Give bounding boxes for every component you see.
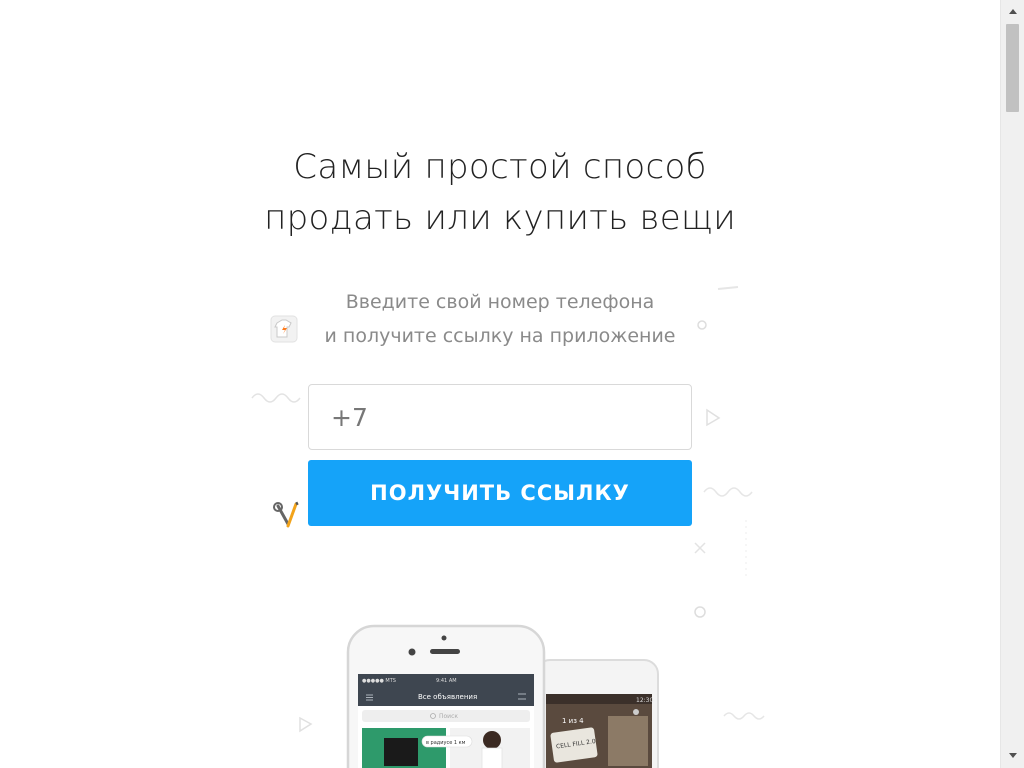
android-phone-mockup: 12:30 1 из 4 CELL FILL 2.0 <box>535 659 659 768</box>
page-subtitle: Введите свой номер телефона и получите с… <box>300 285 700 353</box>
iphone-radius-chip: в радиусе 1 км <box>426 740 466 746</box>
triangle-right <box>706 408 721 427</box>
scrollbar-thumb[interactable] <box>1006 24 1019 112</box>
android-photo-counter: 1 из 4 <box>562 717 584 725</box>
cross-mark <box>694 542 706 554</box>
subtitle-line-2: и получите ссылку на приложение <box>324 325 676 347</box>
wrench-screwdriver-icon <box>273 501 299 528</box>
squiggle-left <box>251 393 301 403</box>
vertical-scrollbar[interactable] <box>1000 0 1024 768</box>
triangle-bottom-left <box>299 716 313 733</box>
iphone-status-time: 9:41 AM <box>436 678 457 684</box>
squiggle-bottom <box>723 712 765 720</box>
iphone-status-carrier: ●●●●● MTS <box>362 678 396 684</box>
scroll-up-arrow-icon[interactable] <box>1001 2 1024 20</box>
iphone-screen-title: Все объявления <box>418 693 477 701</box>
app-phone-mockups: 12:30 1 из 4 CELL FILL 2.0 ●●●●● MTS 9:4… <box>346 624 659 768</box>
tshirt-sticker-icon <box>270 315 298 343</box>
page-title-line-2: продать или купить вещи <box>264 198 736 238</box>
landing-page: Самый простой способ продать или купить … <box>0 0 1000 768</box>
phone-input[interactable] <box>308 384 692 450</box>
dash-top-right <box>717 286 739 290</box>
iphone-mockup: ●●●●● MTS 9:41 AM Все объявления Поиск в… <box>346 624 546 768</box>
ring-bottom <box>694 606 706 618</box>
scroll-down-arrow-icon[interactable] <box>1001 746 1024 764</box>
page-title: Самый простой способ продать или купить … <box>250 142 750 244</box>
iphone-search-placeholder: Поиск <box>439 713 458 720</box>
squiggle-right <box>703 487 753 497</box>
get-link-button[interactable]: ПОЛУЧИТЬ ССЫЛКУ <box>308 460 692 526</box>
android-status-time: 12:30 <box>636 697 653 704</box>
subtitle-line-1: Введите свой номер телефона <box>345 291 655 313</box>
page-title-line-1: Самый простой способ <box>293 147 707 187</box>
